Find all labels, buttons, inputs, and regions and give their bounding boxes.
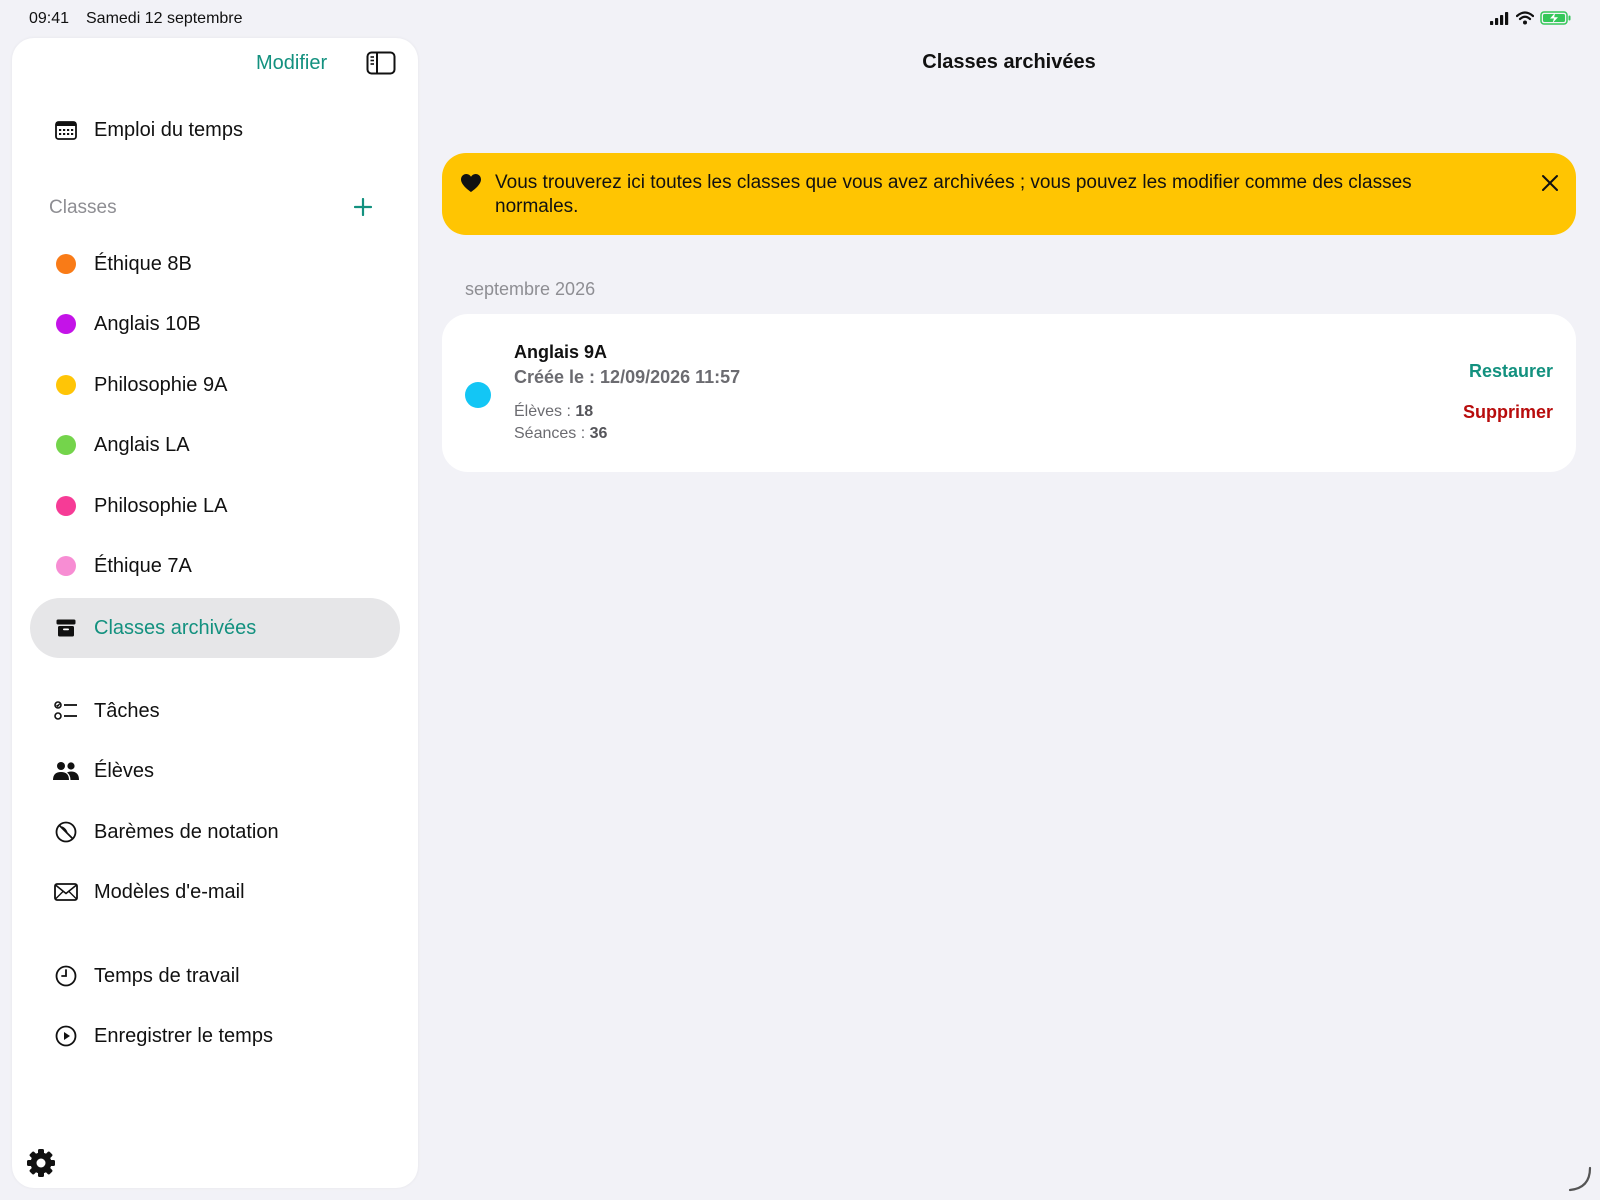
checklist-icon [50,695,82,727]
sessions-count: Séances : 36 [514,425,607,443]
envelope-icon [50,876,82,908]
sidebar-item-label: Anglais 10B [94,312,201,335]
play-circle-icon [50,1020,82,1052]
sidebar-item-label: Élèves [94,759,155,782]
sidebar-item-label: Philosophie 9A [94,373,228,396]
archived-class-card: Anglais 9A Créée le : 12/09/2026 11:57 É… [442,314,1576,472]
sidebar-item-label: Éthique 7A [94,554,192,577]
sidebar-item-work-time[interactable]: Temps de travail [30,946,400,1006]
sidebar-item-label: Éthique 8B [94,252,192,275]
gear-icon[interactable] [26,1148,56,1178]
plus-icon [354,198,372,216]
sidebar-item-class[interactable]: Anglais 10B [30,294,400,354]
sidebar-item-class[interactable]: Éthique 7A [30,536,400,596]
resize-handle-icon [1568,1166,1592,1192]
status-icons [1490,11,1572,25]
sidebar-item-label: Barèmes de notation [94,820,279,843]
class-color-dot [56,556,76,576]
info-banner: Vous trouverez ici toutes les classes qu… [442,153,1576,235]
archive-box-icon [50,612,82,644]
sidebar-toggle-icon[interactable] [366,51,396,75]
page-title: Classes archivées [922,51,1096,73]
sidebar-item-email-templates[interactable]: Modèles d'e-mail [30,862,400,922]
add-class-button[interactable] [348,192,378,222]
students-value: 18 [575,403,594,420]
class-name: Anglais 9A [514,342,608,362]
battery-charging-icon [1540,11,1571,25]
restore-button[interactable]: Restaurer [1469,361,1553,382]
sidebar-item-record-time[interactable]: Enregistrer le temps [30,1006,400,1066]
people-icon [50,755,82,787]
sidebar-item-archived-classes[interactable]: Classes archivées [30,598,400,658]
class-color-dot [465,382,491,408]
wifi-icon [1516,11,1534,25]
students-label: Élèves : [514,403,571,420]
sidebar-item-class[interactable]: Éthique 8B [30,234,400,294]
classes-section-title: Classes [49,197,117,218]
class-color-dot [56,375,76,395]
close-icon[interactable] [1538,171,1562,195]
class-color-dot [56,435,76,455]
status-time: 09:41 [29,10,70,27]
status-date: Samedi 12 septembre [86,10,243,27]
sidebar-item-label: Tâches [94,699,160,722]
sidebar-item-label: Emploi du temps [94,118,243,141]
sidebar-item-label: Enregistrer le temps [94,1024,273,1047]
class-created-date: Créée le : 12/09/2026 11:57 [514,367,741,387]
sidebar-item-schedule[interactable]: Emploi du temps [30,100,400,160]
banner-message: Vous trouverez ici toutes les classes qu… [495,172,1412,217]
sidebar-item-class[interactable]: Philosophie 9A [30,355,400,415]
class-color-dot [56,496,76,516]
sidebar-item-tasks[interactable]: Tâches [30,681,400,741]
sidebar-item-label: Temps de travail [94,964,240,987]
clock-icon [50,960,82,992]
sidebar-item-label: Modèles d'e-mail [94,880,245,903]
cellular-signal-icon [1490,11,1509,25]
calendar-icon [50,114,82,146]
sidebar-item-label: Classes archivées [94,616,257,639]
sidebar-item-label: Philosophie LA [94,494,228,517]
delete-button[interactable]: Supprimer [1463,402,1553,423]
students-count: Élèves : 18 [514,403,593,421]
grading-scale-icon [50,816,82,848]
sidebar-item-class[interactable]: Anglais LA [30,415,400,475]
class-color-dot [56,314,76,334]
heart-icon [461,174,481,192]
sidebar-item-label: Anglais LA [94,433,190,456]
sessions-label: Séances : [514,425,586,442]
sidebar-item-students[interactable]: Élèves [30,741,400,801]
group-header: septembre 2026 [465,279,596,299]
sidebar-item-grading-scales[interactable]: Barèmes de notation [30,802,400,862]
edit-button[interactable]: Modifier [256,52,327,75]
sidebar: Modifier Emploi du temps Classes Éthique… [12,38,418,1188]
sidebar-item-class[interactable]: Philosophie LA [30,476,400,536]
sessions-value: 36 [589,425,608,442]
class-color-dot [56,254,76,274]
